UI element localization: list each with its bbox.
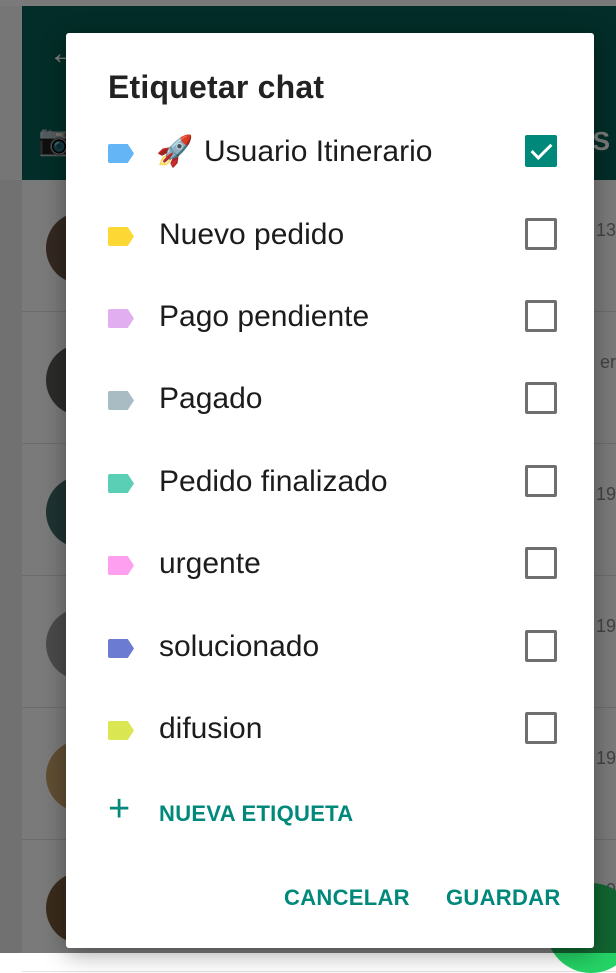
new-label-button[interactable]: + NUEVA ETIQUETA (108, 789, 408, 833)
label-name: Usuario Itinerario (204, 135, 433, 168)
label-checkbox[interactable] (525, 712, 557, 744)
label-row-pagado[interactable]: Pagado (66, 371, 594, 431)
label-tag-icon (108, 227, 134, 246)
label-checkbox[interactable] (525, 135, 557, 167)
label-row-difusion[interactable]: difusion (66, 701, 594, 761)
label-name: solucionado (159, 630, 320, 663)
label-checkbox[interactable] (525, 547, 557, 579)
label-name: Pagado (159, 382, 263, 415)
label-row-solucionado[interactable]: solucionado (66, 619, 594, 679)
cancel-button[interactable]: CANCELAR (284, 885, 410, 911)
label-chat-dialog: Etiquetar chat 🚀 Usuario Itinerario Nuev… (66, 33, 594, 948)
label-name: difusion (159, 712, 263, 745)
label-row-nuevo-pedido[interactable]: Nuevo pedido (66, 207, 594, 267)
label-tag-icon (108, 391, 134, 410)
label-tag-icon (108, 721, 134, 740)
plus-icon: + (108, 788, 131, 830)
label-tag-icon (108, 639, 134, 658)
label-tag-icon (108, 144, 134, 163)
save-button[interactable]: GUARDAR (446, 885, 561, 911)
label-tag-icon (108, 309, 134, 328)
label-checkbox[interactable] (525, 630, 557, 662)
checkmark-icon (530, 138, 553, 160)
label-checkbox[interactable] (525, 465, 557, 497)
label-name: urgente (159, 547, 261, 580)
label-name: Pago pendiente (159, 300, 370, 333)
label-name: Nuevo pedido (159, 218, 345, 251)
label-checkbox[interactable] (525, 218, 557, 250)
label-row-pedido-finalizado[interactable]: Pedido finalizado (66, 454, 594, 514)
label-row-urgente[interactable]: urgente (66, 536, 594, 596)
label-checkbox[interactable] (525, 300, 557, 332)
label-row-usuario-itinerario[interactable]: 🚀 Usuario Itinerario (66, 124, 594, 184)
new-label-text: NUEVA ETIQUETA (159, 801, 354, 826)
label-row-pago-pendiente[interactable]: Pago pendiente (66, 289, 594, 349)
dialog-title: Etiquetar chat (108, 69, 325, 105)
rocket-icon: 🚀 (156, 135, 194, 168)
label-tag-icon (108, 556, 134, 575)
label-name: Pedido finalizado (159, 465, 388, 498)
label-tag-icon (108, 474, 134, 493)
label-checkbox[interactable] (525, 382, 557, 414)
